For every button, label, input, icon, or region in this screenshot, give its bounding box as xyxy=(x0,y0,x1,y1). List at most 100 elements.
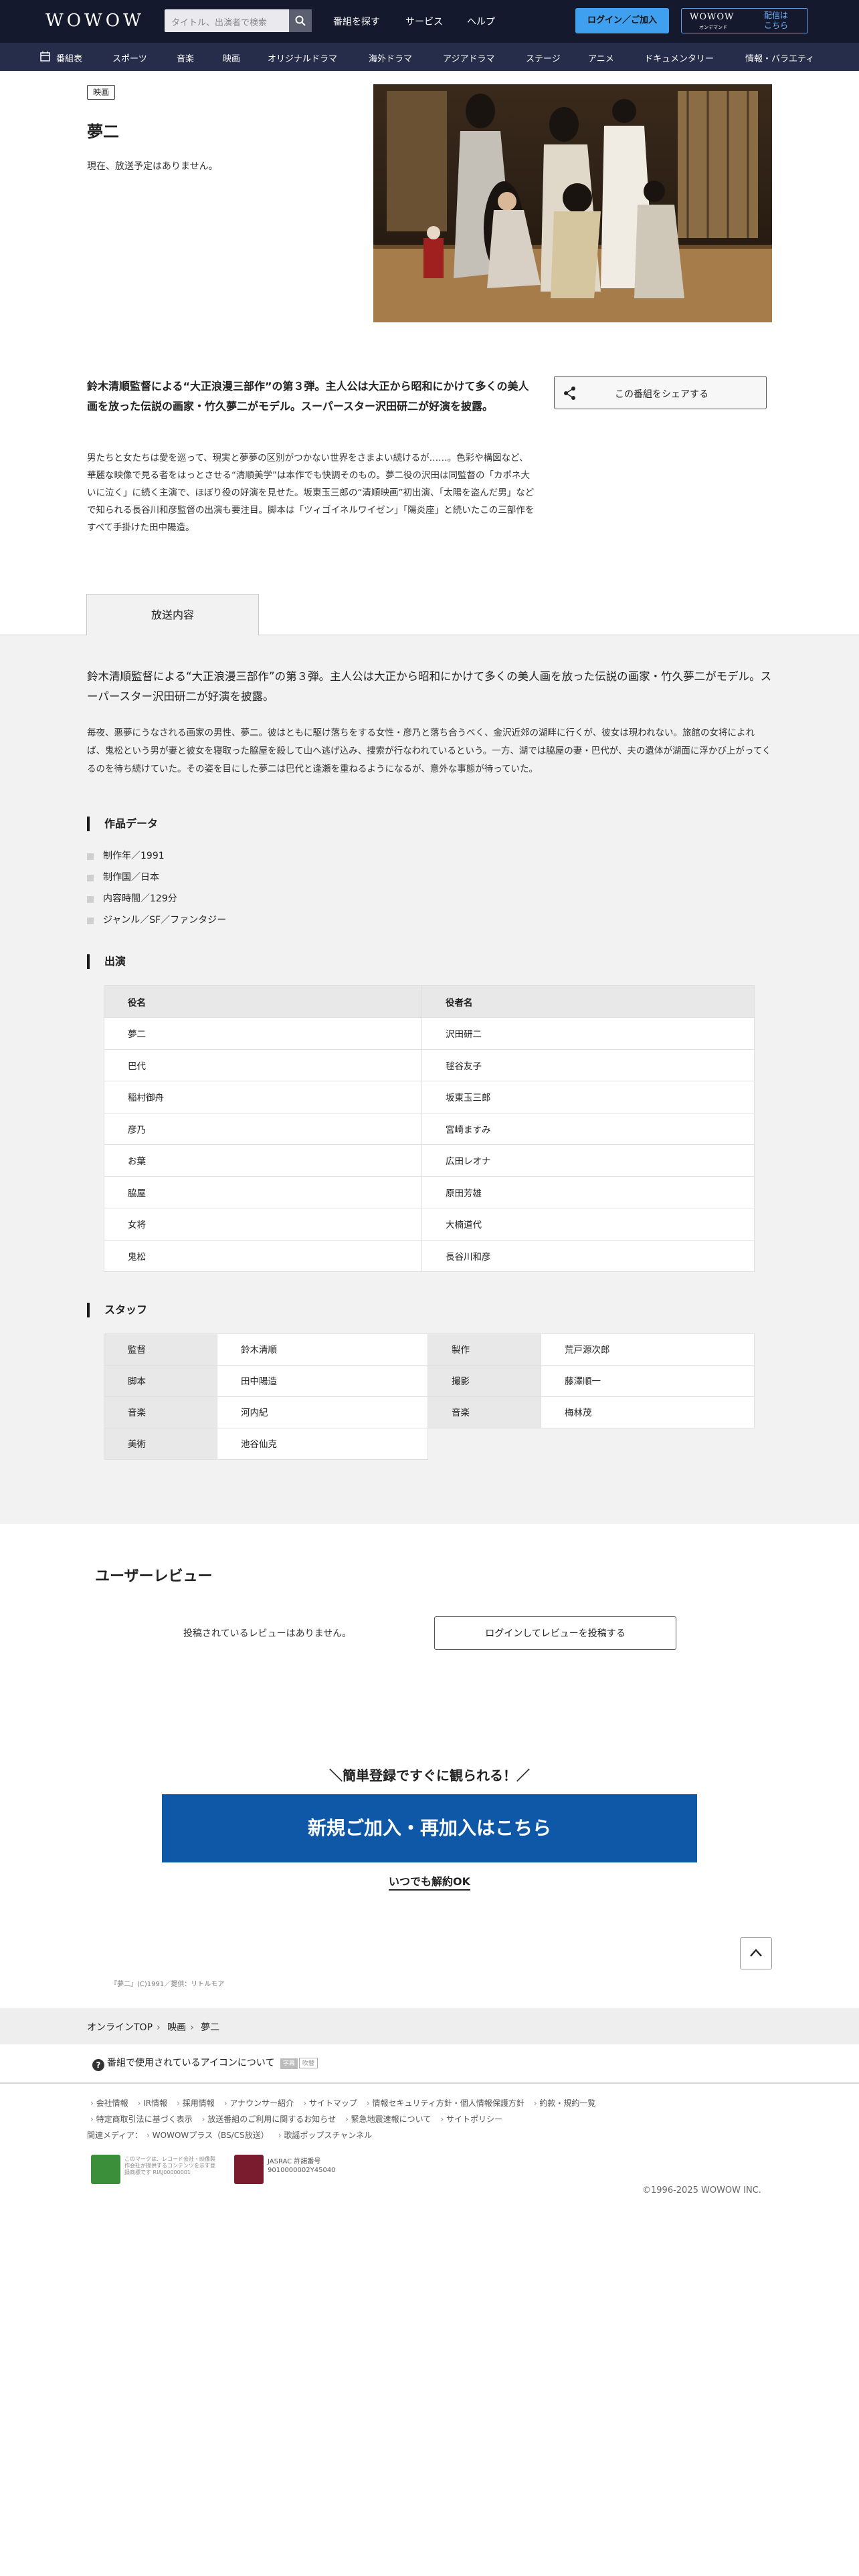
jasrac-mark-icon xyxy=(234,2155,264,2184)
program-image xyxy=(373,84,772,322)
footer-link[interactable]: 歌謡ポップスチャンネル xyxy=(278,2131,372,2140)
category-stage[interactable]: ステージ xyxy=(526,51,561,64)
login-button[interactable]: ログイン／ご加入 xyxy=(575,8,669,33)
category-asian-drama[interactable]: アジアドラマ xyxy=(443,51,494,64)
nav-help[interactable]: ヘルプ xyxy=(467,15,495,28)
staff-key: 音楽 xyxy=(104,1396,217,1428)
footer-link[interactable]: 緊急地震速報について xyxy=(345,2115,431,2124)
post-review-button[interactable]: ログインしてレビューを投稿する xyxy=(434,1616,676,1650)
ondemand-text: 配信は こちら xyxy=(764,11,789,30)
table-row: 巴代 毬谷友子 xyxy=(104,1049,755,1081)
footer-link[interactable]: サイトマップ xyxy=(303,2099,357,2108)
nav-service[interactable]: サービス xyxy=(405,15,443,28)
footer-link[interactable]: IR情報 xyxy=(138,2099,168,2108)
category-schedule[interactable]: 番組表 xyxy=(56,51,82,64)
staff-value: 鈴木清順 xyxy=(217,1333,428,1366)
role-cell: 稲村御舟 xyxy=(104,1081,422,1113)
wowow-logo[interactable]: WOWOW xyxy=(45,11,145,31)
cancel-anytime-link[interactable]: いつでも解約OK xyxy=(0,1872,859,1891)
calendar-icon xyxy=(40,51,50,62)
footer-link[interactable]: アナウンサー紹介 xyxy=(224,2099,294,2108)
footer-links-row1: 会社情報 IR情報採用情報アナウンサー紹介サイトマップ 情報セキュリティ方針・個人情… xyxy=(90,2097,605,2109)
riaj-mark-text: このマークは、レコード会社・映像製作会社が提供するコンテンツを示す登録商標です … xyxy=(124,2156,215,2175)
actor-cell: 毬谷友子 xyxy=(421,1049,755,1081)
copyright: ©1996-2025 WOWOW INC. xyxy=(642,2185,761,2195)
list-item: 内容時間／129分 xyxy=(87,888,226,909)
actor-cell: 広田レオナ xyxy=(421,1144,755,1177)
review-heading: ユーザーレビュー xyxy=(95,1568,213,1585)
back-to-top-button[interactable] xyxy=(740,1937,772,1969)
category-documentary[interactable]: ドキュメンタリー xyxy=(644,51,714,64)
staff-value: 藤澤順一 xyxy=(541,1365,755,1397)
table-row: 稲村御舟 坂東玉三郎 xyxy=(104,1081,755,1113)
footer-link[interactable]: WOWOWプラス（BS/CS放送） xyxy=(147,2131,269,2140)
staff-value: 河内紀 xyxy=(217,1396,428,1428)
share-label: この番組をシェアする xyxy=(615,389,708,400)
footer-link[interactable]: 採用情報 xyxy=(177,2099,215,2108)
footer-link[interactable]: 特定商取引法に基づく表示 xyxy=(90,2115,193,2124)
search-button[interactable] xyxy=(289,9,312,32)
category-music[interactable]: 音楽 xyxy=(177,51,194,64)
search-input[interactable]: タイトル、出演者で検索 xyxy=(171,15,267,28)
staff-key: 音楽 xyxy=(427,1396,541,1428)
staff-key: 脚本 xyxy=(104,1365,217,1397)
tab-broadcast-content[interactable]: 放送内容 xyxy=(86,594,259,635)
category-bar: 番組表 スポーツ 音楽 映画 オリジナルドラマ 海外ドラマ アジアドラマ ステー… xyxy=(0,43,859,71)
staff-key: 製作 xyxy=(427,1333,541,1366)
ondemand-logo: WOWOW xyxy=(690,12,735,22)
table-row: 彦乃 宮崎ますみ xyxy=(104,1112,755,1145)
table-row: 鬼松 長谷川和彦 xyxy=(104,1239,755,1272)
footer-link[interactable]: 約款・規約一覧 xyxy=(534,2099,596,2108)
no-air-schedule: 現在、放送予定はありません。 xyxy=(87,161,218,172)
footer-link[interactable]: 放送番組のご利用に関するお知らせ xyxy=(202,2115,336,2124)
col-role-header: 役名 xyxy=(104,985,422,1018)
work-data-heading: 作品データ xyxy=(87,817,158,831)
actor-cell: 坂東玉三郎 xyxy=(421,1081,755,1113)
riaj-mark-icon xyxy=(91,2155,120,2184)
search-icon xyxy=(295,15,306,26)
actor-cell: 原田芳雄 xyxy=(421,1176,755,1208)
category-movie[interactable]: 映画 xyxy=(223,51,240,64)
footer-link[interactable]: 情報セキュリティ方針・個人情報保護方針 xyxy=(367,2099,524,2108)
actor-cell: 長谷川和彦 xyxy=(421,1239,755,1272)
nav-find-programs[interactable]: 番組を探す xyxy=(333,15,380,28)
table-row: 脇屋 原田芳雄 xyxy=(104,1176,755,1208)
footer-link[interactable]: 会社情報 xyxy=(90,2099,128,2108)
ondemand-button[interactable]: WOWOW オンデマンド 配信は こちら xyxy=(681,8,808,33)
footer-links-row2: 特定商取引法に基づく表示放送番組のご利用に関するお知らせ緊急地震速報についてサイ… xyxy=(90,2113,512,2125)
icon-info-link[interactable]: ? 番組で使用されているアイコンについて 字幕 吹替 xyxy=(92,2056,318,2071)
copyright-credit: 『夢二』(C)1991／提供：リトルモア xyxy=(110,1981,225,1988)
list-item: 制作国／日本 xyxy=(87,867,226,888)
synopsis: 毎夜、悪夢にうなされる画家の男性、夢二。彼はともに駆け落ちをする女性・彦乃と落ち… xyxy=(87,728,771,774)
category-sports[interactable]: スポーツ xyxy=(112,51,147,64)
actor-cell: 大楠道代 xyxy=(421,1208,755,1241)
breadcrumb-current: 夢二 xyxy=(201,2022,220,2033)
breadcrumb-movie[interactable]: 映画 xyxy=(167,2022,186,2033)
cast-heading: 出演 xyxy=(87,954,126,969)
category-original-drama[interactable]: オリジナルドラマ xyxy=(268,51,337,64)
role-cell: 女将 xyxy=(104,1208,422,1241)
role-cell: お葉 xyxy=(104,1144,422,1177)
share-button[interactable]: この番組をシェアする xyxy=(554,376,767,409)
no-review-text: 投稿されているレビューはありません。 xyxy=(183,1628,352,1639)
dub-badge-icon: 吹替 xyxy=(298,2058,318,2068)
footer-link[interactable]: サイトポリシー xyxy=(440,2115,502,2124)
subtitle-badge-icon: 字幕 xyxy=(280,2058,298,2069)
signup-button[interactable]: 新規ご加入・再加入はこちら xyxy=(162,1794,697,1862)
staff-key: 監督 xyxy=(104,1333,217,1366)
program-lead: 鈴木清順監督による“大正浪漫三部作”の第３弾。主人公は大正から昭和にかけて多くの… xyxy=(87,380,529,413)
staff-value: 田中陽造 xyxy=(217,1365,428,1397)
breadcrumb-top[interactable]: オンラインTOP xyxy=(87,2022,153,2033)
role-cell: 脇屋 xyxy=(104,1176,422,1208)
col-actor-header: 役者名 xyxy=(421,985,755,1018)
table-row: 女将 大楠道代 xyxy=(104,1208,755,1241)
category-variety[interactable]: 情報・バラエティ xyxy=(745,51,814,64)
category-anime[interactable]: アニメ xyxy=(588,51,614,64)
search-box[interactable]: タイトル、出演者で検索 xyxy=(165,9,312,32)
role-cell: 彦乃 xyxy=(104,1112,422,1145)
staff-heading: スタッフ xyxy=(87,1303,147,1317)
list-item: ジャンル／SF／ファンタジー xyxy=(87,909,226,931)
staff-value: 梅林茂 xyxy=(541,1396,755,1428)
category-foreign-drama[interactable]: 海外ドラマ xyxy=(369,51,412,64)
breadcrumb: オンラインTOP › 映画 › 夢二 xyxy=(0,2008,859,2044)
